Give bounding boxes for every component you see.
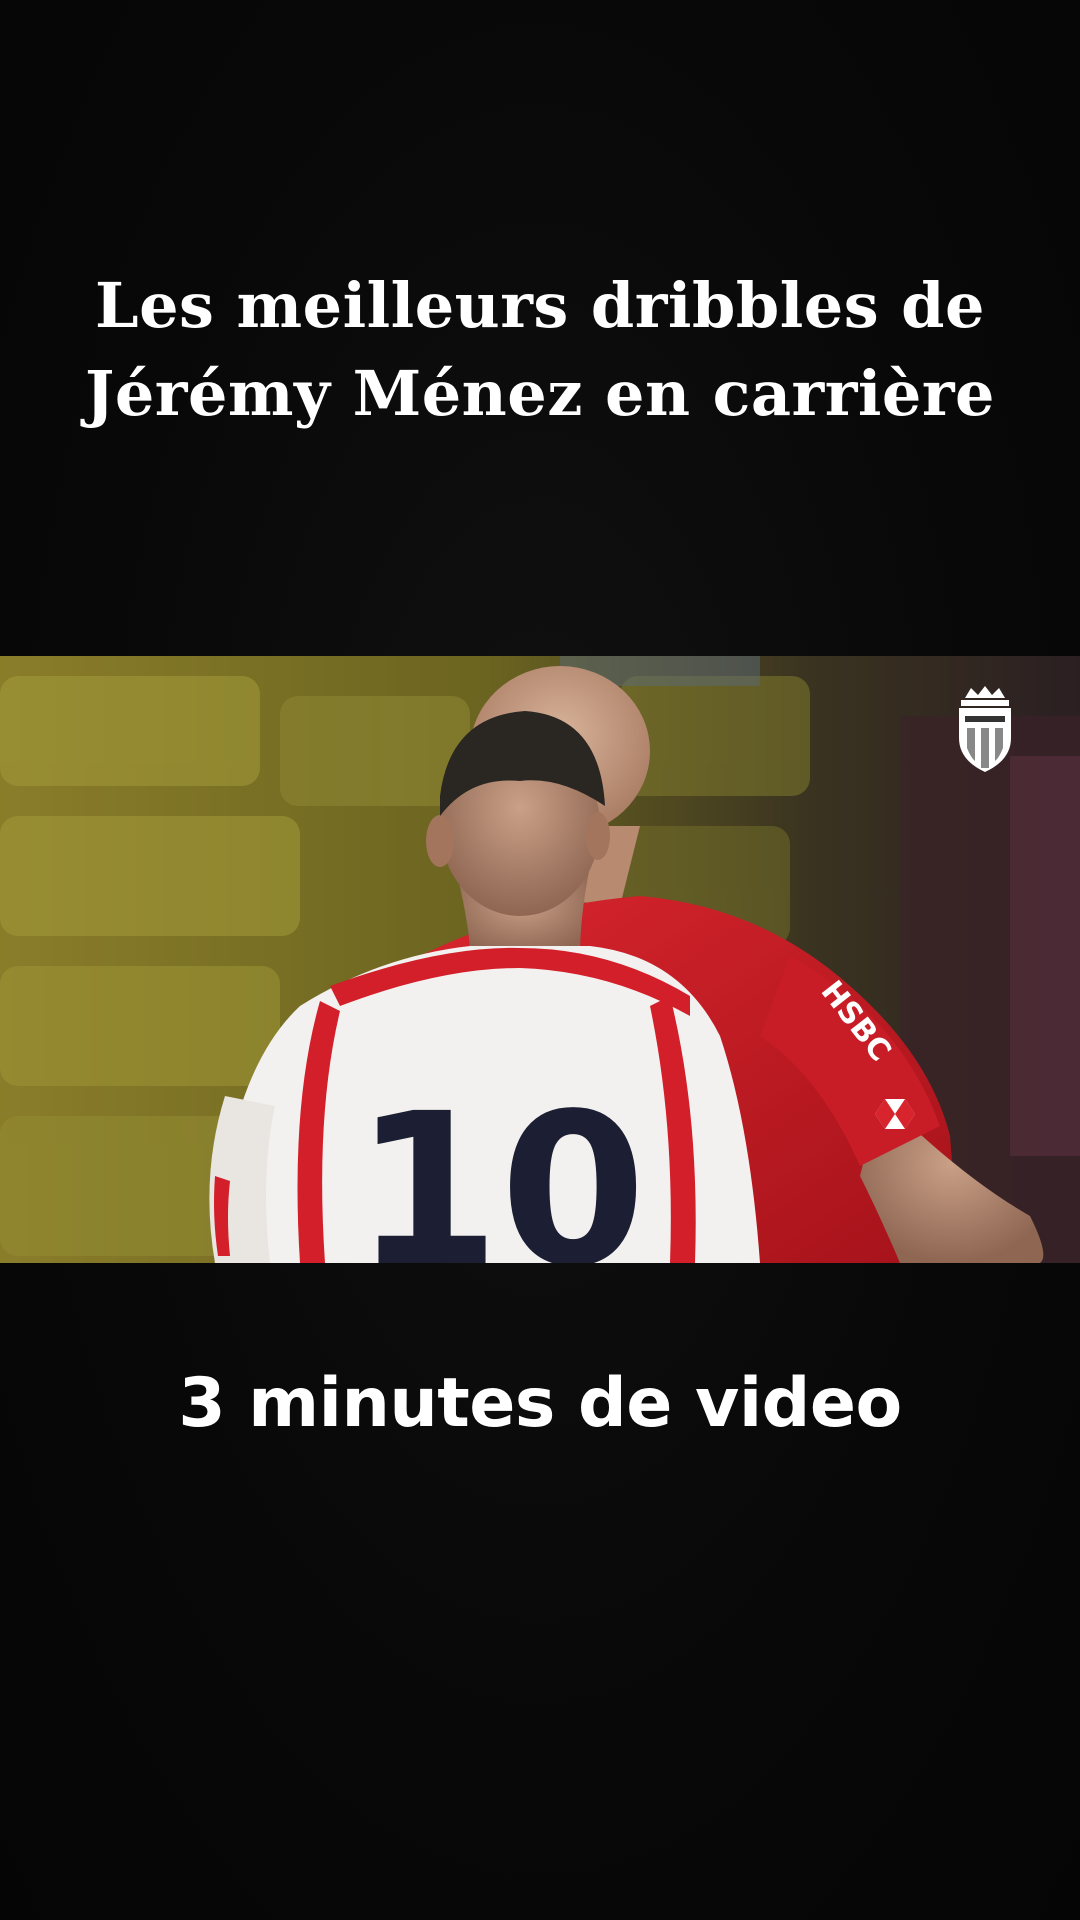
video-caption: 3 minutes de video: [178, 1364, 902, 1443]
video-frame-image: HSBC 10: [0, 656, 1080, 1263]
video-player[interactable]: HSBC 10: [0, 656, 1080, 1263]
video-title-line-2: Jérémy Ménez en carrière: [85, 357, 995, 430]
video-title: Les meilleurs dribbles de Jérémy Ménez e…: [80, 262, 1000, 438]
jersey-name: MENEZ: [364, 656, 635, 672]
video-post-screen: Les meilleurs dribbles de Jérémy Ménez e…: [0, 0, 1080, 1920]
video-title-line-1: Les meilleurs dribbles de: [95, 269, 985, 342]
jersey-number: 10: [354, 1068, 646, 1263]
